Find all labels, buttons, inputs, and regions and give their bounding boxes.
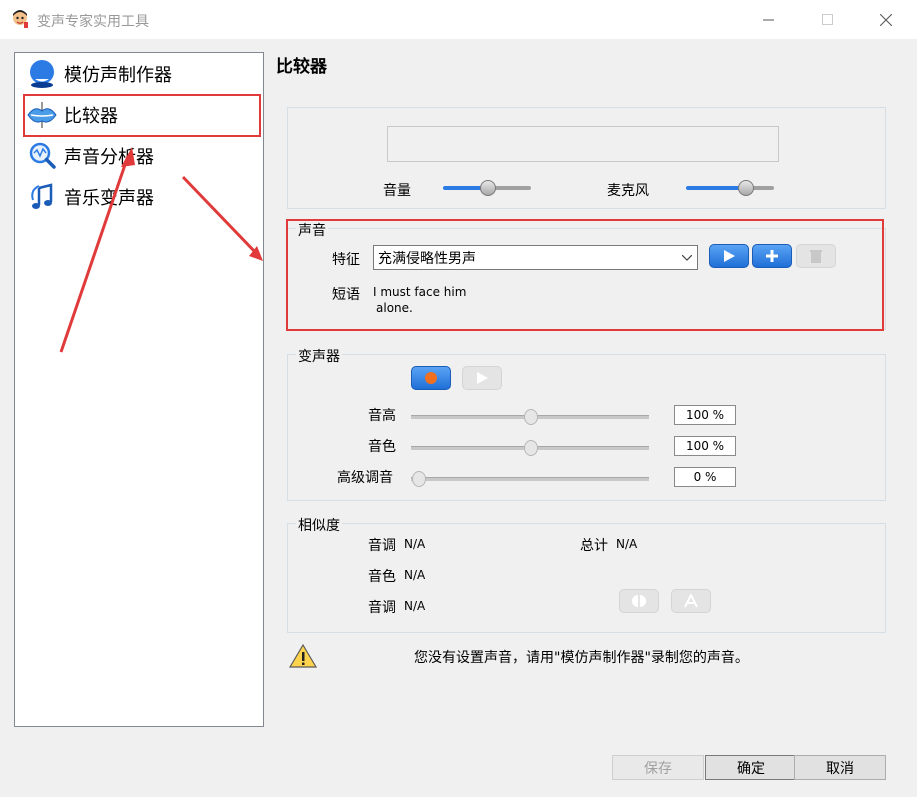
- annotation-arrowhead: [121, 147, 135, 167]
- compare-button[interactable]: [619, 589, 659, 613]
- similarity-total-value: N/A: [616, 537, 638, 551]
- similarity-total-label: 总计: [580, 538, 608, 554]
- advanced-tuning-label: 高级调音: [337, 470, 393, 486]
- volume-label: 音量: [383, 183, 411, 199]
- ok-button[interactable]: 确定: [705, 755, 797, 780]
- trash-icon: [810, 250, 822, 263]
- phrase-text-line2: alone.: [376, 301, 413, 315]
- timbre-value: 100 %: [674, 436, 736, 456]
- save-button[interactable]: 保存: [612, 755, 704, 780]
- pitch-value: 100 %: [674, 405, 736, 425]
- compare-icon: [632, 595, 646, 607]
- pitch-label: 音高: [368, 408, 396, 424]
- timbre-label: 音色: [368, 439, 396, 455]
- annotation-arrow-right: [181, 175, 258, 255]
- play-icon: [724, 250, 735, 262]
- similarity-group-label: 相似度: [296, 515, 342, 535]
- similarity-timbre-value: N/A: [404, 568, 426, 582]
- pitch-slider-knob[interactable]: [524, 409, 538, 425]
- play-voice-button[interactable]: [709, 244, 749, 268]
- advanced-tuning-value: 0 %: [674, 467, 736, 487]
- timbre-slider-knob[interactable]: [524, 440, 538, 456]
- similarity-timbre-label: 音色: [368, 569, 396, 585]
- cancel-button[interactable]: 取消: [794, 755, 886, 780]
- chevron-down-icon: [682, 254, 692, 261]
- letter-a-icon: [684, 594, 698, 608]
- page-title: 比较器: [276, 57, 327, 77]
- record-icon: [425, 372, 437, 384]
- similarity-tone2-value: N/A: [404, 599, 426, 613]
- similarity-tone-label: 音调: [368, 538, 396, 554]
- feature-label: 特征: [332, 252, 360, 268]
- advanced-tuning-slider-knob[interactable]: [412, 471, 426, 487]
- mic-slider-knob[interactable]: [738, 180, 754, 196]
- phrase-text-line1: I must face him: [373, 285, 467, 299]
- level-meter: [387, 126, 779, 162]
- feature-select[interactable]: 充满侵略性男声: [373, 245, 698, 270]
- record-button[interactable]: [411, 366, 451, 390]
- advanced-tuning-slider[interactable]: [411, 477, 649, 481]
- similarity-tone2-label: 音调: [368, 600, 396, 616]
- play-changed-button[interactable]: [462, 366, 502, 390]
- play-icon: [477, 372, 488, 384]
- feature-select-value: 充满侵略性男声: [378, 250, 476, 267]
- annotation-arrow-up: [59, 155, 130, 353]
- mic-label: 麦克风: [607, 183, 649, 199]
- add-voice-button[interactable]: [752, 244, 792, 268]
- mic-slider[interactable]: [686, 186, 774, 190]
- voice-changer-group-label: 变声器: [296, 346, 342, 366]
- similarity-tone-value: N/A: [404, 537, 426, 551]
- warning-icon: [288, 643, 318, 668]
- phrase-label: 短语: [332, 287, 360, 303]
- plus-icon: [766, 250, 778, 262]
- volume-slider-knob[interactable]: [480, 180, 496, 196]
- delete-voice-button[interactable]: [796, 244, 836, 268]
- warning-message: 您没有设置声音，请用"模仿声制作器"录制您的声音。: [414, 650, 749, 666]
- analyze-button[interactable]: [671, 589, 711, 613]
